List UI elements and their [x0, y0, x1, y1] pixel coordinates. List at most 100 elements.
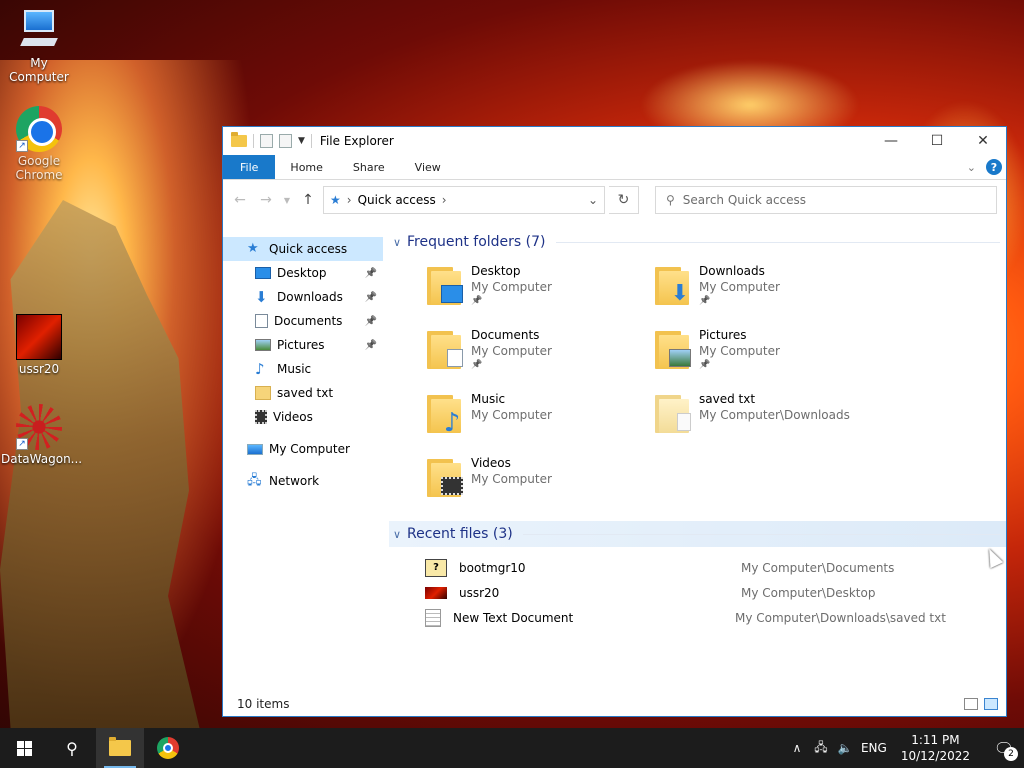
bootmgr-file-icon: ?: [425, 558, 447, 577]
help-button[interactable]: ?: [986, 159, 1002, 175]
close-button[interactable]: ✕: [960, 127, 1006, 155]
chevron-down-icon[interactable]: ▼: [298, 136, 305, 146]
address-separator: ›: [346, 193, 352, 207]
tab-view[interactable]: View: [400, 155, 456, 179]
nav-item-my-computer[interactable]: My Computer: [223, 437, 383, 461]
group-header-frequent[interactable]: ∨ Frequent folders (7): [389, 229, 1006, 255]
navigation-bar: ← → ▼ ↑ ★ › Quick access › ⌄ ↻ ⚲: [223, 180, 1006, 220]
folder-tile-documents[interactable]: Documents My Computer 📌: [425, 325, 653, 389]
nav-item-pictures[interactable]: Pictures 📌: [223, 333, 383, 357]
taskbar: ⚲ ∧ 🖧 🔈 ENG 1:11 PM 10/12/2022 🗨 2: [0, 728, 1024, 768]
nav-item-label: Videos: [273, 410, 313, 424]
expand-ribbon-icon[interactable]: ⌄: [967, 161, 976, 174]
folder-name: Documents: [471, 328, 540, 342]
folder-tile-videos[interactable]: Videos My Computer: [425, 453, 653, 517]
properties-icon[interactable]: [260, 134, 273, 148]
desktop-icon-my-computer[interactable]: My Computer: [1, 8, 77, 84]
recent-locations-button[interactable]: ▼: [281, 196, 293, 205]
desktop-icon: [255, 267, 271, 279]
folder-name: saved txt: [699, 392, 756, 406]
recent-file-row[interactable]: ussr20 My Computer\Desktop: [425, 580, 1006, 605]
desktop-icon-datawagon[interactable]: ↗ DataWagon...: [1, 404, 82, 466]
star-icon: ★: [330, 193, 341, 207]
nav-item-documents[interactable]: Documents 📌: [223, 309, 383, 333]
recent-file-row[interactable]: ? bootmgr10 My Computer\Documents: [425, 555, 1006, 580]
desktop-icon-label: My Computer: [9, 56, 69, 84]
system-tray: ∧ 🖧 🔈 ENG 1:11 PM 10/12/2022 🗨 2: [789, 728, 1024, 768]
desktop-icon-label: Google Chrome: [15, 154, 63, 182]
maximize-button[interactable]: ☐: [914, 127, 960, 155]
folder-tile-pictures[interactable]: Pictures My Computer 📌: [653, 325, 881, 389]
network-icon[interactable]: 🖧: [813, 738, 829, 759]
nav-item-saved-txt[interactable]: saved txt: [223, 381, 383, 405]
refresh-button[interactable]: ↻: [609, 186, 639, 214]
taskbar-chrome[interactable]: [144, 728, 192, 768]
up-button[interactable]: ↑: [297, 192, 319, 208]
folder-path: My Computer\Downloads: [699, 408, 850, 422]
quick-access-toolbar: ▼: [231, 132, 312, 148]
nav-item-network[interactable]: 🖧 Network: [223, 469, 383, 493]
nav-item-label: saved txt: [277, 386, 334, 400]
folder-tile-saved-txt[interactable]: saved txt My Computer\Downloads: [653, 389, 881, 453]
pin-icon: 📌: [471, 296, 483, 306]
window-title: File Explorer: [319, 134, 394, 148]
nav-item-quick-access[interactable]: ★ Quick access: [223, 237, 383, 261]
taskbar-file-explorer[interactable]: [96, 728, 144, 768]
search-button[interactable]: ⚲: [48, 728, 96, 768]
recent-file-path: My Computer\Desktop: [741, 585, 876, 600]
shortcut-arrow-icon: ↗: [16, 140, 28, 152]
tab-file[interactable]: File: [223, 155, 276, 179]
action-center-button[interactable]: 🗨 2: [984, 728, 1024, 768]
folder-name: Pictures: [699, 328, 747, 342]
nav-item-videos[interactable]: Videos: [223, 405, 383, 429]
details-view-button[interactable]: [964, 698, 978, 710]
navigation-pane: ★ Quick access Desktop 📌 ⬇ Downloads 📌 D…: [223, 221, 383, 692]
tab-share[interactable]: Share: [338, 155, 400, 179]
search-box[interactable]: ⚲: [655, 186, 997, 214]
large-icons-view-button[interactable]: [984, 698, 998, 710]
search-input[interactable]: [682, 193, 973, 207]
address-bar[interactable]: ★ › Quick access › ⌄: [323, 186, 605, 214]
folder-icon: [653, 391, 693, 437]
star-icon: ★: [247, 241, 259, 256]
nav-item-desktop[interactable]: Desktop 📌: [223, 261, 383, 285]
group-header-recent[interactable]: ∨ Recent files (3): [389, 521, 1006, 547]
pin-icon: 📌: [364, 267, 377, 279]
folder-name: Downloads: [699, 264, 765, 278]
title-bar[interactable]: ▼ File Explorer — ☐ ✕: [223, 127, 1006, 155]
back-button[interactable]: ←: [229, 192, 251, 208]
recent-file-name: ussr20: [459, 585, 500, 600]
chevron-up-icon[interactable]: ∧: [789, 741, 805, 755]
address-separator[interactable]: ›: [442, 193, 447, 207]
search-icon: ⚲: [66, 738, 78, 758]
new-folder-icon[interactable]: [279, 134, 292, 148]
nav-item-music[interactable]: ♪ Music: [223, 357, 383, 381]
windows-logo-icon: [16, 740, 32, 756]
folder-path: My Computer: [471, 472, 552, 486]
forward-button[interactable]: →: [255, 192, 277, 208]
start-button[interactable]: [0, 728, 48, 768]
computer-icon: [16, 8, 62, 54]
folder-tile-music[interactable]: ♪ Music My Computer: [425, 389, 653, 453]
folder-path: My Computer: [471, 280, 552, 294]
tab-home[interactable]: Home: [275, 155, 337, 179]
pin-icon: 📌: [364, 339, 377, 351]
address-location[interactable]: Quick access: [358, 193, 436, 207]
desktop-icon-ussr20[interactable]: ussr20: [1, 314, 77, 376]
recent-file-row[interactable]: New Text Document My Computer\Downloads\…: [425, 605, 1006, 630]
address-dropdown-button[interactable]: ⌄: [582, 193, 604, 207]
clock[interactable]: 1:11 PM 10/12/2022: [895, 732, 976, 764]
clock-time: 1:11 PM: [911, 733, 960, 747]
folder-path: My Computer: [471, 344, 552, 358]
volume-icon[interactable]: 🔈: [837, 741, 853, 755]
file-explorer-window: ▼ File Explorer — ☐ ✕ File Home Share Vi…: [222, 126, 1007, 717]
input-language[interactable]: ENG: [861, 741, 887, 755]
minimize-button[interactable]: —: [868, 127, 914, 155]
folder-tile-desktop[interactable]: Desktop My Computer 📌: [425, 261, 653, 325]
nav-item-downloads[interactable]: ⬇ Downloads 📌: [223, 285, 383, 309]
pin-icon: 📌: [699, 360, 711, 370]
folder-tile-downloads[interactable]: ⬇ Downloads My Computer 📌: [653, 261, 881, 325]
desktop-icon-google-chrome[interactable]: ↗ Google Chrome: [1, 106, 77, 182]
shortcut-arrow-icon: ↗: [16, 438, 28, 450]
nav-item-label: Downloads: [277, 290, 343, 304]
